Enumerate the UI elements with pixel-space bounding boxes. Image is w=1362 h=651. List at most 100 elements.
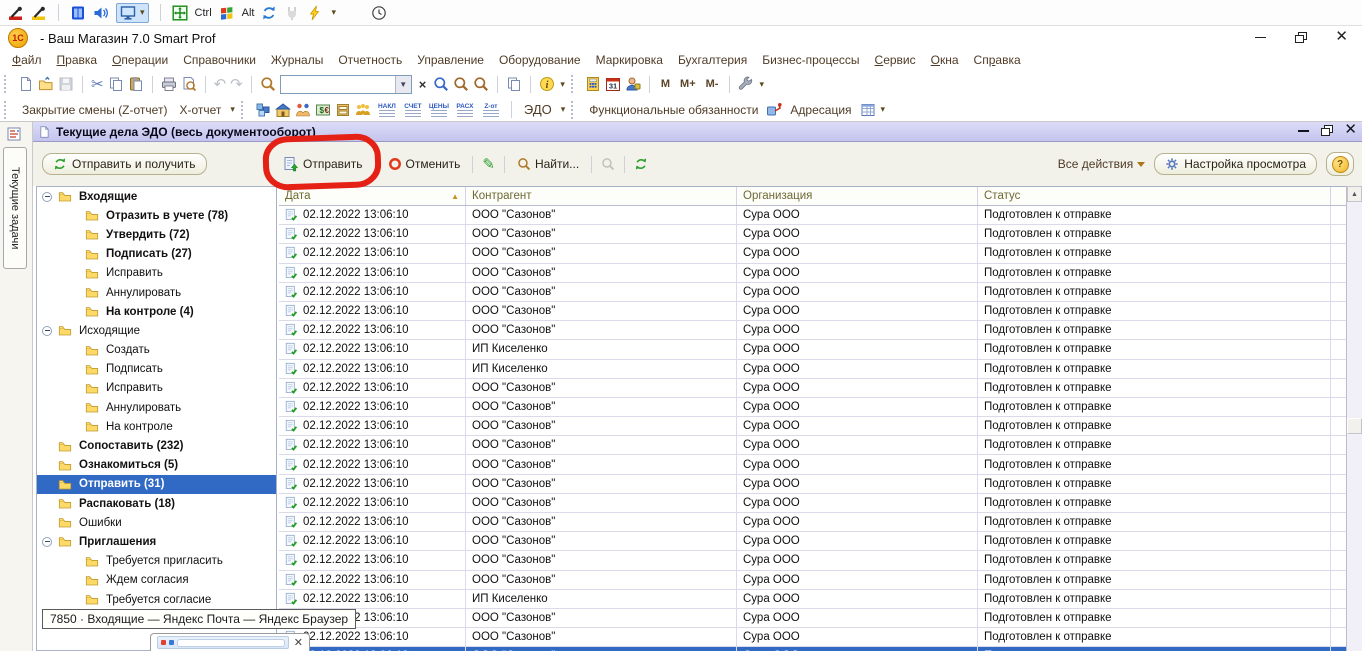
undo-icon[interactable]: ↶ [214, 75, 227, 93]
tree-item[interactable]: Ждем согласия [37, 571, 276, 590]
panel-list-icon[interactable] [70, 5, 86, 21]
memory-m-minus-button[interactable]: M- [703, 78, 722, 90]
tree-item[interactable]: Исходящие [37, 321, 276, 340]
print-icon[interactable] [161, 76, 177, 92]
help-button[interactable]: ? [1326, 152, 1354, 176]
cash-register-icon[interactable] [275, 102, 291, 118]
table-row[interactable]: 02.12.2022 13:06:10 ООО "Сазонов" Сура О… [279, 475, 1346, 494]
thumbnail-close-icon[interactable]: ✕ [294, 638, 303, 648]
scroll-up-icon[interactable]: ▲ [1347, 186, 1362, 202]
table-row[interactable]: 02.12.2022 13:06:10 ИП Киселенко Сура ОО… [279, 360, 1346, 379]
expander-icon[interactable] [42, 537, 52, 547]
tree-item[interactable]: Исправить [37, 379, 276, 398]
close-button[interactable]: ✕ [1335, 32, 1348, 42]
table-row[interactable]: 02.12.2022 13:06:10 ООО "Сазонов" Сура О… [279, 609, 1346, 628]
find-previous-icon[interactable] [473, 76, 489, 92]
send-button[interactable]: Отправить [280, 154, 366, 174]
user-rights-icon[interactable] [625, 76, 641, 92]
toolbar-drag-handle[interactable] [571, 101, 576, 119]
menu-item[interactable]: Справка [974, 53, 1021, 67]
report-shortcut-button[interactable]: СЧЕТ [401, 103, 425, 117]
chevron-down-icon[interactable]: ▾ [331, 7, 336, 18]
menu-item[interactable]: Правка [57, 53, 98, 67]
find-button[interactable]: Найти... [514, 155, 582, 173]
table-row[interactable]: 02.12.2022 13:06:10 ООО "Сазонов" Сура О… [279, 647, 1346, 651]
toolbar-drag-handle[interactable] [571, 75, 576, 93]
tree-item[interactable]: Сопоставить (232) [37, 436, 276, 455]
fullscreen-icon[interactable] [172, 5, 188, 21]
table-row[interactable]: 02.12.2022 13:06:10 ООО "Сазонов" Сура О… [279, 302, 1346, 321]
menu-item[interactable]: Управление [417, 53, 484, 67]
menu-item[interactable]: Маркировка [596, 53, 663, 67]
ctrl-key-button[interactable]: Ctrl [195, 7, 212, 19]
expander-icon[interactable] [42, 326, 52, 336]
copy-icon[interactable] [108, 76, 124, 92]
monitor-mode-button[interactable]: ▾ [116, 3, 149, 23]
catalog-cabinet-icon[interactable] [335, 102, 351, 118]
table-row[interactable]: 02.12.2022 13:06:10 ООО "Сазонов" Сура О… [279, 283, 1346, 302]
combobox-dropdown-icon[interactable]: ▼ [395, 76, 411, 93]
speaker-icon[interactable] [93, 5, 109, 21]
toolbar-drag-handle[interactable] [241, 101, 246, 119]
table-row[interactable]: 02.12.2022 13:06:10 ООО "Сазонов" Сура О… [279, 436, 1346, 455]
addressing-button[interactable]: Адресация [786, 101, 855, 119]
tree-item[interactable]: Аннулировать [37, 398, 276, 417]
tree-item[interactable]: Распаковать (18) [37, 494, 276, 513]
chevron-down-icon[interactable]: ▾ [560, 79, 565, 90]
calculator-icon[interactable] [585, 76, 601, 92]
functional-duties-button[interactable]: Функциональные обязанности [585, 101, 762, 119]
tree-item[interactable]: На контроле [37, 417, 276, 436]
chevron-down-icon[interactable]: ▾ [230, 104, 235, 115]
remote-tool-yellow-icon[interactable] [31, 5, 47, 21]
save-icon[interactable] [58, 76, 74, 92]
report-shortcut-button[interactable]: Z-от [479, 103, 503, 117]
chevron-down-icon[interactable]: ▾ [759, 79, 764, 90]
alt-key-button[interactable]: Alt [242, 7, 255, 19]
tree-item[interactable]: Входящие [37, 187, 276, 206]
currency-icon[interactable]: $€ [315, 102, 331, 118]
search-input[interactable] [281, 78, 395, 90]
cancel-button[interactable]: Отменить [385, 155, 464, 173]
functional-duties-icon[interactable] [766, 102, 782, 118]
service-settings-icon[interactable] [738, 76, 754, 92]
z-report-button[interactable]: Закрытие смены (Z-отчет) [18, 101, 171, 119]
table-row[interactable]: 02.12.2022 13:06:10 ООО "Сазонов" Сура О… [279, 398, 1346, 417]
new-document-icon[interactable] [18, 76, 34, 92]
toolbar-drag-handle[interactable] [4, 101, 9, 119]
tree-item[interactable]: Отправить (31) [37, 475, 276, 494]
edo-button[interactable]: ЭДО [520, 100, 556, 119]
tree-item[interactable]: Подписать [37, 360, 276, 379]
table-row[interactable]: 02.12.2022 13:06:10 ООО "Сазонов" Сура О… [279, 455, 1346, 474]
search-icon[interactable] [260, 76, 276, 92]
menu-item[interactable]: Журналы [271, 53, 323, 67]
tree-item[interactable]: Утвердить (72) [37, 225, 276, 244]
table-row[interactable]: 02.12.2022 13:06:10 ООО "Сазонов" Сура О… [279, 513, 1346, 532]
windows-key-icon[interactable] [219, 5, 235, 21]
menu-item[interactable]: Операции [112, 53, 168, 67]
cancel-find-icon[interactable] [601, 157, 615, 171]
menu-item[interactable]: Справочники [183, 53, 256, 67]
chevron-down-icon[interactable]: ▾ [881, 104, 886, 115]
report-shortcut-button[interactable]: ЦЕНЫ [427, 103, 451, 117]
tree-item[interactable]: Требуется согласие [37, 590, 276, 609]
current-tasks-panel-icon[interactable] [6, 126, 22, 142]
taskbar-thumbnail-fragment[interactable]: ✕ [150, 633, 310, 651]
search-combobox[interactable]: ▼ [280, 75, 412, 94]
send-and-receive-button[interactable]: Отправить и получить [42, 153, 207, 175]
table-row[interactable]: 02.12.2022 13:06:10 ООО "Сазонов" Сура О… [279, 225, 1346, 244]
menu-item[interactable]: Бухгалтерия [678, 53, 747, 67]
addressing-icon[interactable] [860, 102, 876, 118]
report-shortcut-button[interactable]: РАСХ [453, 103, 477, 117]
paste-icon[interactable] [128, 76, 144, 92]
expander-icon[interactable] [42, 192, 52, 202]
tab-current-tasks[interactable]: Текущие задачи [3, 147, 27, 269]
column-header-date[interactable]: Дата ▲ [279, 187, 466, 205]
blocks-icon[interactable] [255, 102, 271, 118]
table-row[interactable]: 02.12.2022 13:06:10 ООО "Сазонов" Сура О… [279, 551, 1346, 570]
toolbar-drag-handle[interactable] [4, 75, 9, 93]
column-header-contragent[interactable]: Контрагент [466, 187, 737, 205]
info-icon[interactable]: i [539, 76, 555, 92]
tree-item[interactable]: Отразить в учете (78) [37, 206, 276, 225]
run-search-icon[interactable] [433, 76, 449, 92]
calendar-icon[interactable]: 31 [605, 76, 621, 92]
